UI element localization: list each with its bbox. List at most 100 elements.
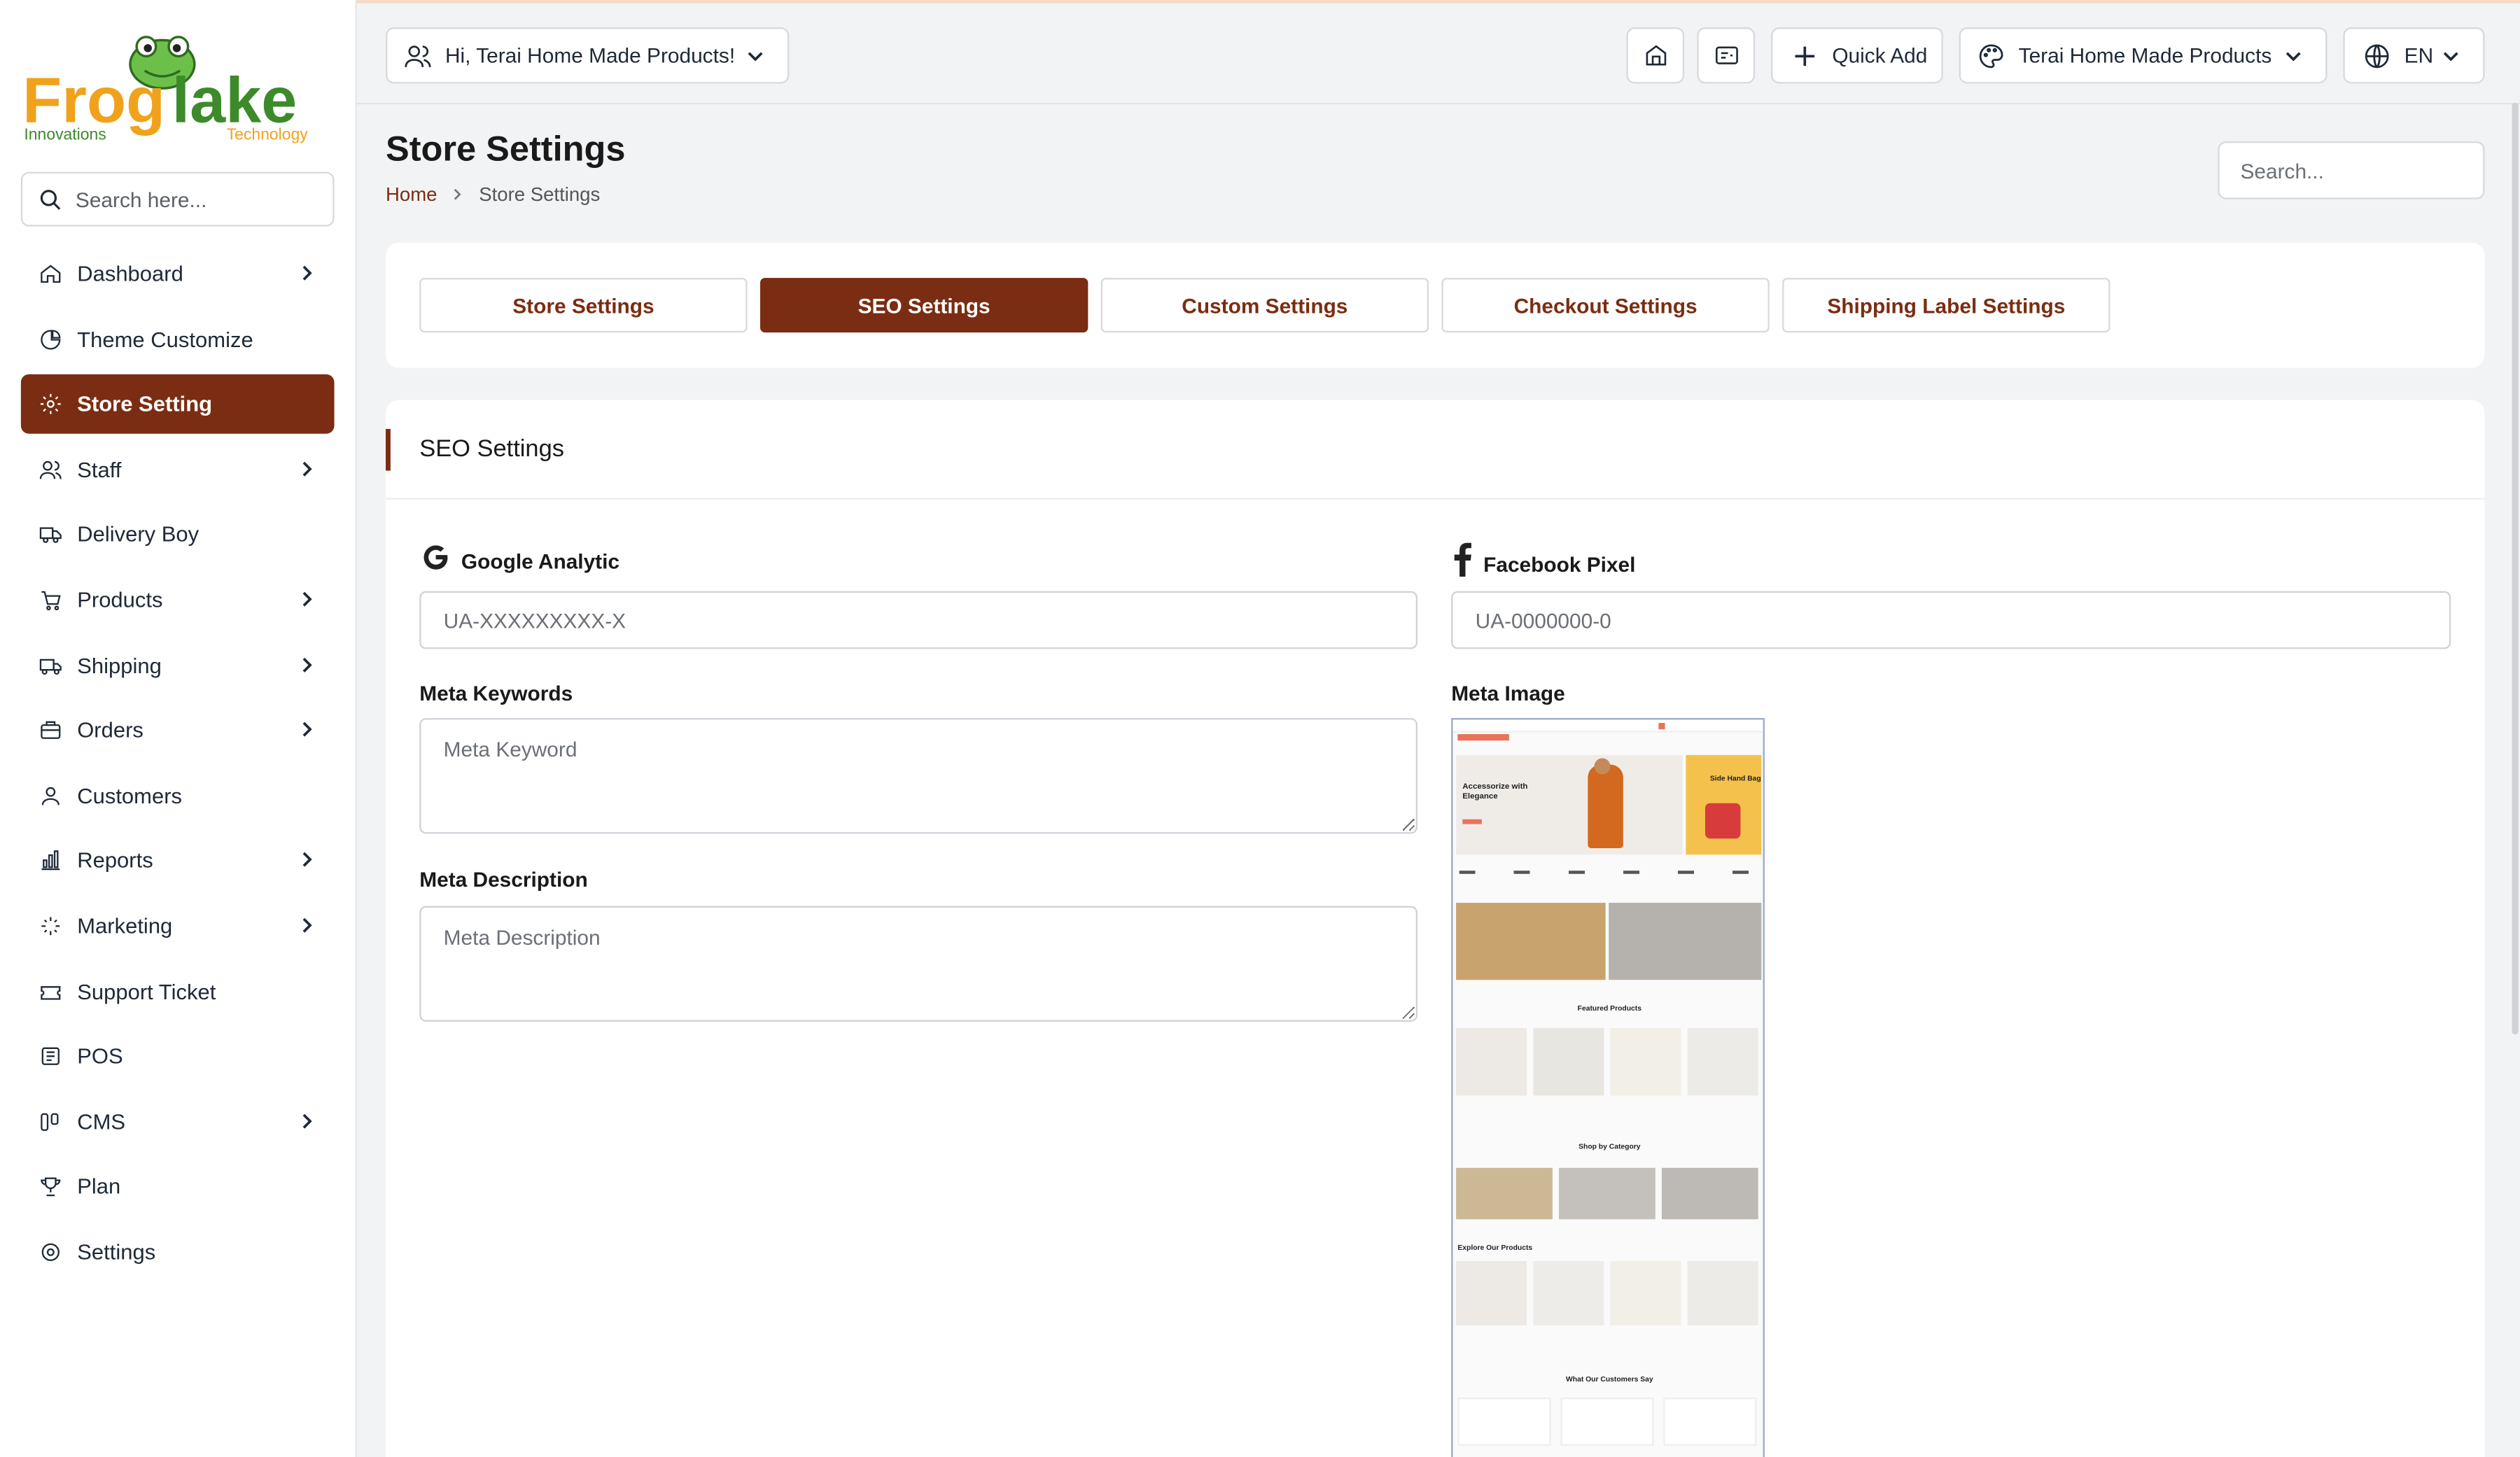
chevron-right-icon [299, 459, 315, 479]
google-icon [424, 545, 448, 570]
user-greeting: Hi, Terai Home Made Products! [444, 43, 736, 68]
preview-product-1 [1456, 1028, 1527, 1096]
preview-category-title: Shop by Category [1578, 1142, 1641, 1150]
preview-side-banner: Side Hand Bag [1686, 754, 1762, 855]
chevron-down-icon [748, 51, 763, 61]
preview-testimonial-3 [1663, 1398, 1757, 1446]
pos-icon [37, 1043, 63, 1069]
tab-shipping-label-settings[interactable]: Shipping Label Settings [1782, 278, 2110, 333]
shipping-icon [37, 652, 63, 678]
ticket-icon [37, 978, 63, 1004]
preview-testimonial-2 [1560, 1398, 1654, 1446]
meta-image-label: Meta Image [1451, 681, 1565, 705]
sidebar-item-settings[interactable]: Settings [21, 1223, 335, 1282]
google-analytic-input[interactable] [419, 591, 1418, 649]
page-search-input[interactable] [2218, 141, 2485, 199]
store-selector[interactable]: Terai Home Made Products [1959, 27, 2328, 84]
brand-logo[interactable]: Frog lake Innovations Technology [22, 29, 334, 148]
meta-image-preview[interactable]: Accessorize with Elegance Side Hand Bag … [1451, 718, 1765, 1457]
truck-icon [37, 522, 63, 548]
sidebar-item-marketing[interactable]: Marketing [21, 896, 335, 956]
sidebar-item-cms[interactable]: CMS [21, 1092, 335, 1151]
user-icon [37, 782, 63, 808]
sidebar-item-label: Theme Customize [77, 327, 253, 351]
breadcrumb: Home Store Settings [386, 183, 600, 206]
sidebar-item-label: Settings [77, 1239, 156, 1265]
page-scrollbar[interactable] [2512, 102, 2519, 1035]
facebook-pixel-label: Facebook Pixel [1451, 542, 1635, 577]
cart-icon [37, 587, 63, 613]
facebook-pixel-input[interactable] [1451, 591, 2451, 649]
preview-product-2 [1533, 1028, 1604, 1096]
store-selector-label: Terai Home Made Products [2018, 43, 2272, 68]
user-menu-button[interactable]: Hi, Terai Home Made Products! [386, 27, 790, 84]
preview-hero: Accessorize with Elegance [1456, 754, 1683, 855]
users-icon [405, 45, 431, 66]
chevron-down-icon [2286, 51, 2301, 61]
sidebar-item-delivery-boy[interactable]: Delivery Boy [21, 505, 335, 565]
preview-testimonial-title: What Our Customers Say [1566, 1374, 1653, 1384]
sidebar-item-label: CMS [77, 1109, 126, 1134]
sidebar-item-label: Orders [77, 718, 144, 742]
sidebar-item-products[interactable]: Products [21, 570, 335, 630]
preview-explore-title: Explore Our Products [1457, 1243, 1533, 1252]
tab-checkout-settings[interactable]: Checkout Settings [1441, 278, 1770, 333]
sidebar-item-orders[interactable]: Orders [21, 701, 335, 760]
sidebar-item-staff[interactable]: Staff [21, 439, 335, 499]
sidebar-item-label: Marketing [77, 913, 173, 938]
card-title: SEO Settings [419, 435, 564, 463]
meta-description-textarea[interactable] [419, 906, 1418, 1022]
theme-icon [37, 326, 63, 352]
svg-text:Technology: Technology [227, 125, 309, 143]
pos-icon [1714, 46, 1737, 64]
globe-icon [2365, 43, 2389, 68]
sidebar-item-dashboard[interactable]: Dashboard [21, 244, 335, 304]
facebook-icon [1454, 542, 1471, 577]
chevron-right-icon [299, 263, 315, 283]
trophy-icon [37, 1174, 63, 1200]
meta-keywords-textarea[interactable] [419, 718, 1418, 834]
plus-icon [1795, 45, 1815, 65]
sidebar-item-plan[interactable]: Plan [21, 1157, 335, 1216]
sidebar-item-shipping[interactable]: Shipping [21, 635, 335, 695]
language-selector[interactable]: EN [2343, 27, 2485, 84]
breadcrumb-home-link[interactable]: Home [386, 183, 438, 206]
preview-bag [1704, 803, 1741, 839]
sidebar-item-label: Reports [77, 848, 153, 873]
home-icon [37, 261, 63, 287]
preview-collection-left [1456, 903, 1606, 980]
sidebar-item-theme-customize[interactable]: Theme Customize [21, 309, 335, 369]
quick-add-button[interactable]: Quick Add [1771, 27, 1943, 84]
sparkle-icon [37, 913, 63, 939]
preview-explore-4 [1687, 1260, 1758, 1325]
search-icon [40, 189, 61, 209]
settings-tabs: Store Settings SEO Settings Custom Setti… [386, 242, 2485, 368]
facebook-pixel-label-text: Facebook Pixel [1483, 552, 1636, 577]
preview-category-2 [1559, 1167, 1656, 1220]
tab-seo-settings[interactable]: SEO Settings [760, 278, 1088, 333]
sidebar-item-support-ticket[interactable]: Support Ticket [21, 962, 335, 1021]
orders-icon [37, 717, 63, 743]
tab-custom-settings[interactable]: Custom Settings [1100, 278, 1429, 333]
sidebar-item-reports[interactable]: Reports [21, 831, 335, 891]
preview-menu-bar [1457, 734, 1509, 741]
sidebar-item-label: Plan [77, 1174, 121, 1199]
gear-icon [37, 391, 63, 417]
preview-explore-2 [1533, 1260, 1604, 1325]
tab-store-settings[interactable]: Store Settings [419, 278, 748, 333]
chevron-right-icon [454, 188, 461, 200]
sidebar-item-pos[interactable]: POS [21, 1027, 335, 1086]
chevron-right-icon [299, 720, 315, 740]
page-title: Store Settings [386, 128, 626, 169]
sidebar-item-label: POS [77, 1044, 123, 1069]
sidebar-item-store-setting[interactable]: Store Setting [20, 374, 335, 435]
preview-search-button [1658, 722, 1665, 730]
sidebar-search[interactable] [20, 171, 335, 227]
topbar: Hi, Terai Home Made Products! Quick Add … [356, 0, 2520, 105]
sidebar-search-input[interactable] [75, 187, 317, 211]
preview-product-3 [1610, 1028, 1681, 1096]
language-label: EN [2404, 43, 2434, 68]
sidebar-item-customers[interactable]: Customers [21, 766, 335, 825]
cash-register-button[interactable] [1697, 27, 1756, 84]
store-front-button[interactable] [1626, 27, 1685, 84]
